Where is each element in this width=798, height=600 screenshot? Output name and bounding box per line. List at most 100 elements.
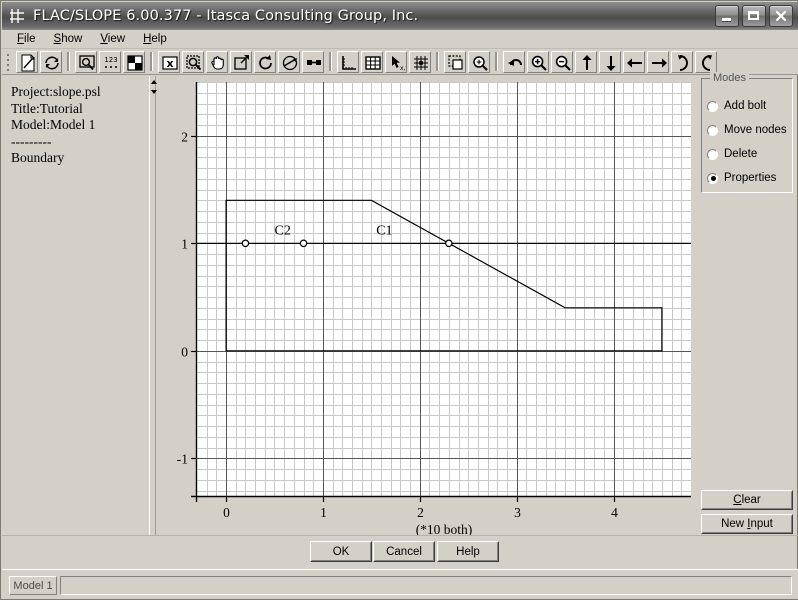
rebuild-icon[interactable] (40, 50, 62, 73)
radio-move-nodes[interactable] (707, 124, 718, 136)
x-tick-label: 0 (223, 505, 230, 520)
resize-icon[interactable] (230, 50, 252, 73)
x-tick-label: 3 (514, 505, 521, 520)
grid-icon[interactable] (361, 50, 383, 73)
rotate-3d-icon[interactable] (278, 50, 300, 73)
undo-icon[interactable] (503, 50, 525, 73)
x-tick-label: 4 (611, 505, 618, 520)
delete-x-icon[interactable]: x (158, 50, 180, 73)
toolbar-separator (150, 52, 153, 71)
zoom-all-icon[interactable] (468, 50, 490, 73)
project-info-panel: Project:slope.psl Title:Tutorial Model:M… (3, 76, 149, 535)
panel-divider (2, 535, 798, 536)
menu-show[interactable]: Show (45, 31, 92, 47)
axes-icon[interactable] (337, 50, 359, 73)
project-info-line: Project:slope.psl (11, 84, 101, 99)
radio-add-bolt[interactable] (707, 100, 718, 112)
mode-option-add-bolt[interactable]: Add bolt (707, 100, 766, 112)
move-right-icon[interactable] (647, 50, 669, 73)
new-input-button-label: New Input (721, 518, 773, 530)
clear-button-label: Clear (733, 494, 761, 506)
menu-help[interactable]: Help (134, 31, 176, 47)
status-bar: Model 1 (2, 569, 798, 599)
mode-label-delete: Delete (724, 148, 758, 160)
rotate-cw-icon[interactable] (254, 50, 276, 73)
new-project-icon[interactable] (16, 50, 38, 73)
segment-label: C2 (274, 224, 290, 239)
node-marker (241, 239, 250, 248)
mode-label-properties: Properties (724, 172, 777, 184)
svg-text:x,y: x,y (400, 65, 406, 72)
svg-text:123: 123 (104, 56, 117, 64)
cancel-button[interactable]: Cancel (373, 541, 435, 562)
node-marker (445, 239, 453, 248)
numbers-icon[interactable]: 123 (99, 50, 121, 73)
window-title: FLAC/SLOPE 6.00.377 - Itasca Consulting … (33, 8, 419, 24)
zoom-window-icon[interactable] (75, 50, 97, 73)
zoom-in-icon[interactable] (527, 50, 549, 73)
project-info-line: Title:Tutorial (11, 100, 83, 116)
zoom-box-icon[interactable] (182, 50, 204, 73)
radio-delete[interactable] (707, 148, 718, 160)
marquee-icon[interactable] (444, 50, 466, 73)
link-icon[interactable] (302, 50, 324, 73)
pick-xy-icon[interactable]: x,y (385, 50, 407, 73)
y-tick-label: 0 (181, 345, 188, 360)
zoom-out-icon[interactable] (551, 50, 573, 73)
maximize-button[interactable] (742, 5, 766, 27)
radio-properties[interactable] (707, 172, 718, 184)
ok-button-label: OK (332, 545, 350, 558)
project-info-line: Model:Model 1 (11, 117, 96, 132)
new-input-button[interactable]: New Input (701, 514, 793, 534)
menu-bar: File Show View Help (2, 30, 798, 49)
node-marker (299, 239, 308, 248)
toolbar-grip[interactable] (5, 52, 12, 72)
x-tick-label: 2 (417, 505, 424, 520)
toolbar-separator (67, 52, 70, 71)
y-tick-label: 2 (181, 130, 188, 145)
y-tick-label: 1 (181, 237, 188, 252)
help-button[interactable]: Help (437, 541, 499, 562)
app-icon (8, 7, 26, 25)
cancel-button-label: Cancel (386, 545, 422, 558)
mode-label-add-bolt: Add bolt (724, 100, 767, 112)
x-axis-label: (*10 both) (416, 522, 473, 535)
mode-option-properties[interactable]: Properties (707, 172, 776, 184)
mode-option-move-nodes[interactable]: Move nodes (707, 124, 787, 136)
move-left-icon[interactable] (623, 50, 645, 73)
ok-button[interactable]: OK (310, 541, 372, 562)
mode-option-delete[interactable]: Delete (707, 148, 757, 160)
segment-label: C1 (376, 224, 392, 239)
clear-button[interactable]: Clear (701, 490, 793, 510)
rotate-right-icon[interactable] (671, 50, 693, 73)
title-bar: FLAC/SLOPE 6.00.377 - Itasca Consulting … (2, 2, 798, 30)
status-model-tab[interactable]: Model 1 (9, 576, 57, 595)
toolbar-separator (436, 52, 439, 71)
y-tick-label: -1 (177, 452, 188, 467)
menu-view[interactable]: View (91, 31, 134, 47)
pan-hand-icon[interactable] (206, 50, 228, 73)
mode-label-move-nodes: Move nodes (724, 124, 787, 136)
status-message-field (60, 576, 792, 595)
close-button[interactable] (769, 5, 793, 27)
project-info-line: Boundary (11, 150, 65, 165)
help-button-label: Help (456, 545, 480, 558)
rotate-left-icon[interactable] (695, 50, 717, 73)
panel-splitter[interactable] (149, 76, 157, 535)
move-up-icon[interactable] (575, 50, 597, 73)
toolbar-separator (495, 52, 498, 71)
project-info-line: --------- (11, 133, 52, 149)
toolbar: 123 x x, (2, 49, 798, 75)
modes-groupbox-title: Modes (710, 72, 750, 84)
minimize-button[interactable] (715, 5, 739, 27)
model-plot[interactable]: C2 C1 -1 0 1 2 0 1 2 3 4 (*10 both) (157, 76, 695, 535)
modes-panel: Modes Add bolt Move nodes Delete Propert… (697, 72, 797, 535)
quad-view-icon[interactable] (123, 50, 145, 73)
flac-slope-window: FLAC/SLOPE 6.00.377 - Itasca Consulting … (0, 0, 798, 600)
plot-background (197, 82, 691, 496)
move-down-icon[interactable] (599, 50, 621, 73)
svg-text:x: x (166, 57, 173, 70)
menu-file[interactable]: File (8, 31, 45, 47)
snap-grid-icon[interactable] (409, 50, 431, 73)
plot-canvas[interactable]: C2 C1 -1 0 1 2 0 1 2 3 4 (*10 both) (157, 76, 695, 535)
